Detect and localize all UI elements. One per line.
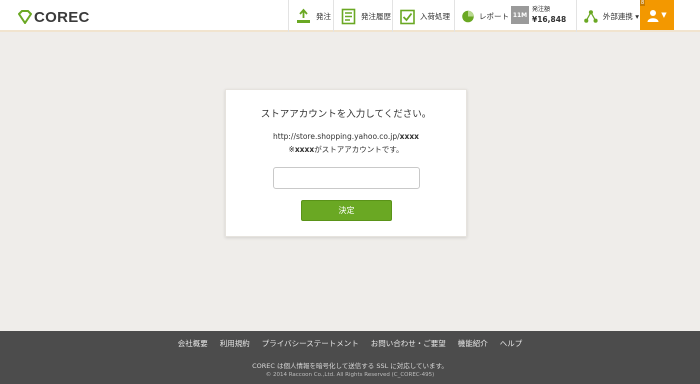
footer-link-help[interactable]: ヘルプ	[500, 338, 523, 349]
nav-order-label: 発注	[316, 11, 331, 21]
nav-order-history-label: 発注履歴	[361, 11, 391, 21]
nav-report-label: レポート	[479, 11, 509, 21]
footer-link-privacy[interactable]: プライバシーステートメント	[262, 338, 359, 349]
footer-link-features[interactable]: 機能紹介	[458, 338, 488, 349]
user-icon	[647, 9, 659, 22]
note-highlight: xxxx	[294, 145, 315, 154]
footer: 会社概要 利用規約 プライバシーステートメント お問い合わせ・ご要望 機能紹介 …	[0, 331, 700, 384]
nav-receiving[interactable]: 入荷処理	[392, 0, 454, 32]
external-link-icon	[584, 9, 598, 23]
store-account-input[interactable]	[273, 167, 420, 189]
submit-button[interactable]: 決定	[301, 200, 392, 221]
nav-order-history[interactable]: 発注履歴	[333, 0, 392, 32]
notification-count: 8	[640, 0, 646, 6]
footer-ssl-note: COREC は個人情報を暗号化して送信する SSL に対応しています。	[252, 362, 448, 370]
store-url-example: http://store.shopping.yahoo.co.jp/xxxx	[226, 132, 466, 141]
receiving-icon	[400, 9, 415, 24]
logo-icon	[18, 10, 32, 24]
order-amount-label: 発注額	[532, 6, 551, 13]
order-amount-value: ¥16,848	[532, 15, 567, 24]
store-url-highlight: xxxx	[399, 132, 419, 141]
store-account-note: ※xxxxがストアアカウントです。	[226, 144, 466, 155]
footer-link-terms[interactable]: 利用規約	[220, 338, 250, 349]
logo[interactable]: COREC	[18, 8, 90, 26]
chevron-down-icon: ▼	[661, 11, 667, 19]
order-badge: 11M	[511, 6, 529, 24]
store-account-dialog: ストアアカウントを入力してください。 http://store.shopping…	[225, 89, 467, 237]
footer-copyright: © 2014 Raccoon Co.,Ltd. All Rights Reser…	[265, 372, 435, 378]
nav-report[interactable]: レポート	[454, 0, 509, 32]
footer-link-company[interactable]: 会社概要	[178, 338, 208, 349]
report-icon	[462, 10, 474, 22]
footer-link-contact[interactable]: お問い合わせ・ご要望	[371, 338, 446, 349]
header: COREC 発注 発注履歴 入荷処理 レポート 11M 発注額 ¥16,848	[0, 0, 700, 32]
nav-order[interactable]: 発注	[288, 0, 333, 32]
order-icon	[297, 8, 310, 23]
order-history-icon	[341, 8, 356, 24]
nav-receiving-label: 入荷処理	[420, 11, 450, 21]
store-url-prefix: http://store.shopping.yahoo.co.jp/	[273, 132, 400, 141]
note-suffix: がストアアカウントです。	[314, 145, 404, 154]
footer-links: 会社概要 利用規約 プライバシーステートメント お問い合わせ・ご要望 機能紹介 …	[0, 338, 700, 349]
dialog-title: ストアアカウントを入力してください。	[260, 109, 432, 120]
nav-external[interactable]: 外部連携 ▾	[576, 0, 639, 32]
nav-external-label: 外部連携 ▾	[602, 11, 639, 21]
order-amount: 発注額 ¥16,848	[532, 6, 570, 26]
logo-text: COREC	[34, 8, 90, 26]
